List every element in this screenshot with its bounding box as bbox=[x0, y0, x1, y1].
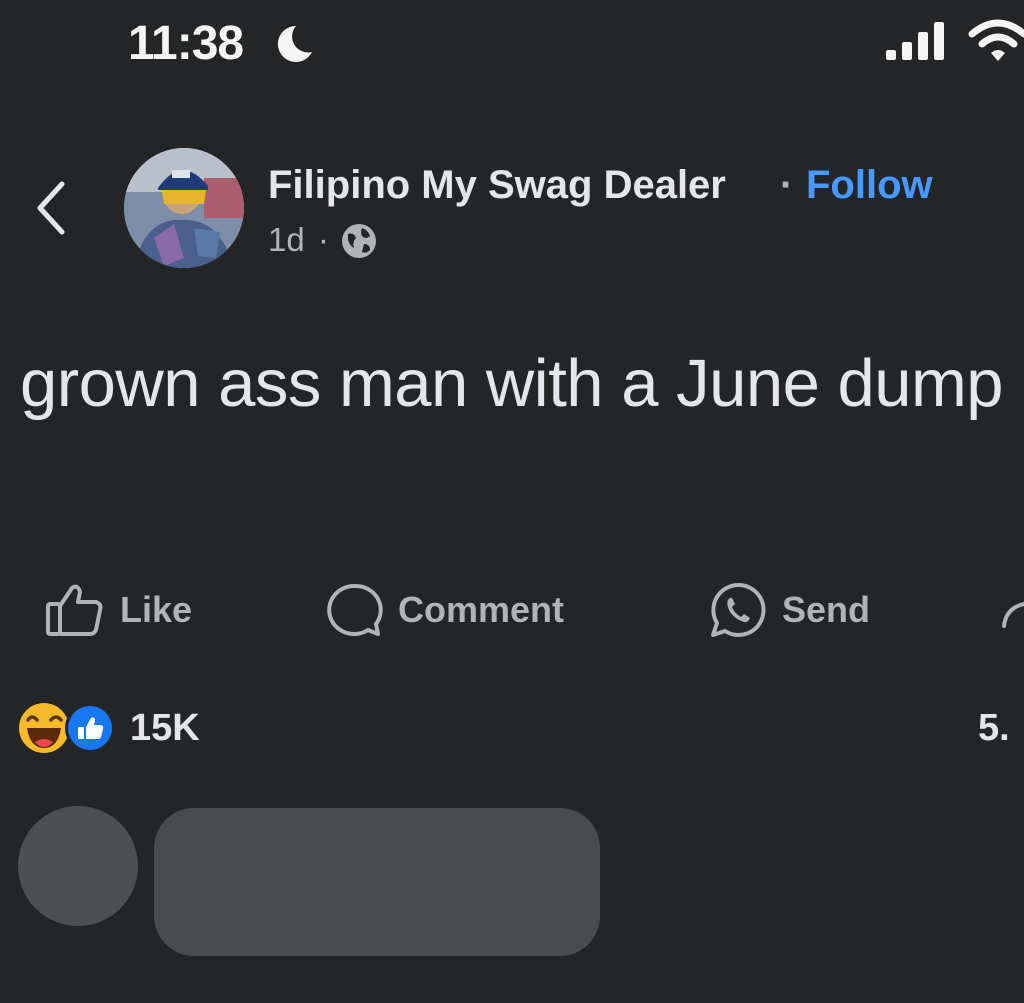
globe-icon bbox=[342, 224, 376, 258]
haha-reaction-icon bbox=[19, 703, 69, 753]
share-arrow-icon bbox=[1002, 602, 1024, 628]
post-timestamp[interactable]: 1d bbox=[268, 218, 305, 262]
meta-separator: · bbox=[318, 221, 329, 258]
post-text: grown ass man with a June dump bbox=[20, 346, 1004, 421]
send-label: Send bbox=[782, 589, 871, 630]
like-button[interactable]: Like bbox=[44, 580, 192, 640]
name-separator: · bbox=[780, 163, 794, 207]
avatar-image bbox=[124, 148, 244, 268]
comment-button[interactable]: Comment bbox=[324, 580, 564, 640]
like-label: Like bbox=[120, 589, 193, 630]
status-time: 11:38 bbox=[128, 17, 244, 70]
reaction-icons bbox=[19, 703, 115, 753]
comment-avatar-placeholder bbox=[18, 806, 138, 926]
signal-icon bbox=[886, 22, 944, 60]
follow-button[interactable]: Follow bbox=[806, 160, 933, 210]
back-arrow-icon[interactable] bbox=[28, 178, 72, 238]
author-avatar[interactable] bbox=[124, 148, 244, 268]
whatsapp-icon bbox=[711, 582, 766, 637]
like-reaction-icon bbox=[65, 703, 115, 753]
moon-icon bbox=[277, 25, 312, 62]
wifi-icon bbox=[968, 19, 1024, 61]
comment-bubble-placeholder bbox=[154, 808, 600, 956]
reactions-summary[interactable]: 15K bbox=[16, 700, 200, 756]
comments-count[interactable]: 5. bbox=[978, 703, 1010, 753]
comment-bubble-icon bbox=[327, 583, 383, 636]
share-button[interactable] bbox=[1000, 580, 1024, 640]
author-name[interactable]: Filipino My Swag Dealer bbox=[268, 160, 726, 210]
comment-label: Comment bbox=[398, 589, 565, 630]
thumbs-up-icon bbox=[46, 584, 103, 636]
reaction-count: 15K bbox=[130, 707, 200, 749]
send-button[interactable]: Send bbox=[708, 580, 870, 640]
